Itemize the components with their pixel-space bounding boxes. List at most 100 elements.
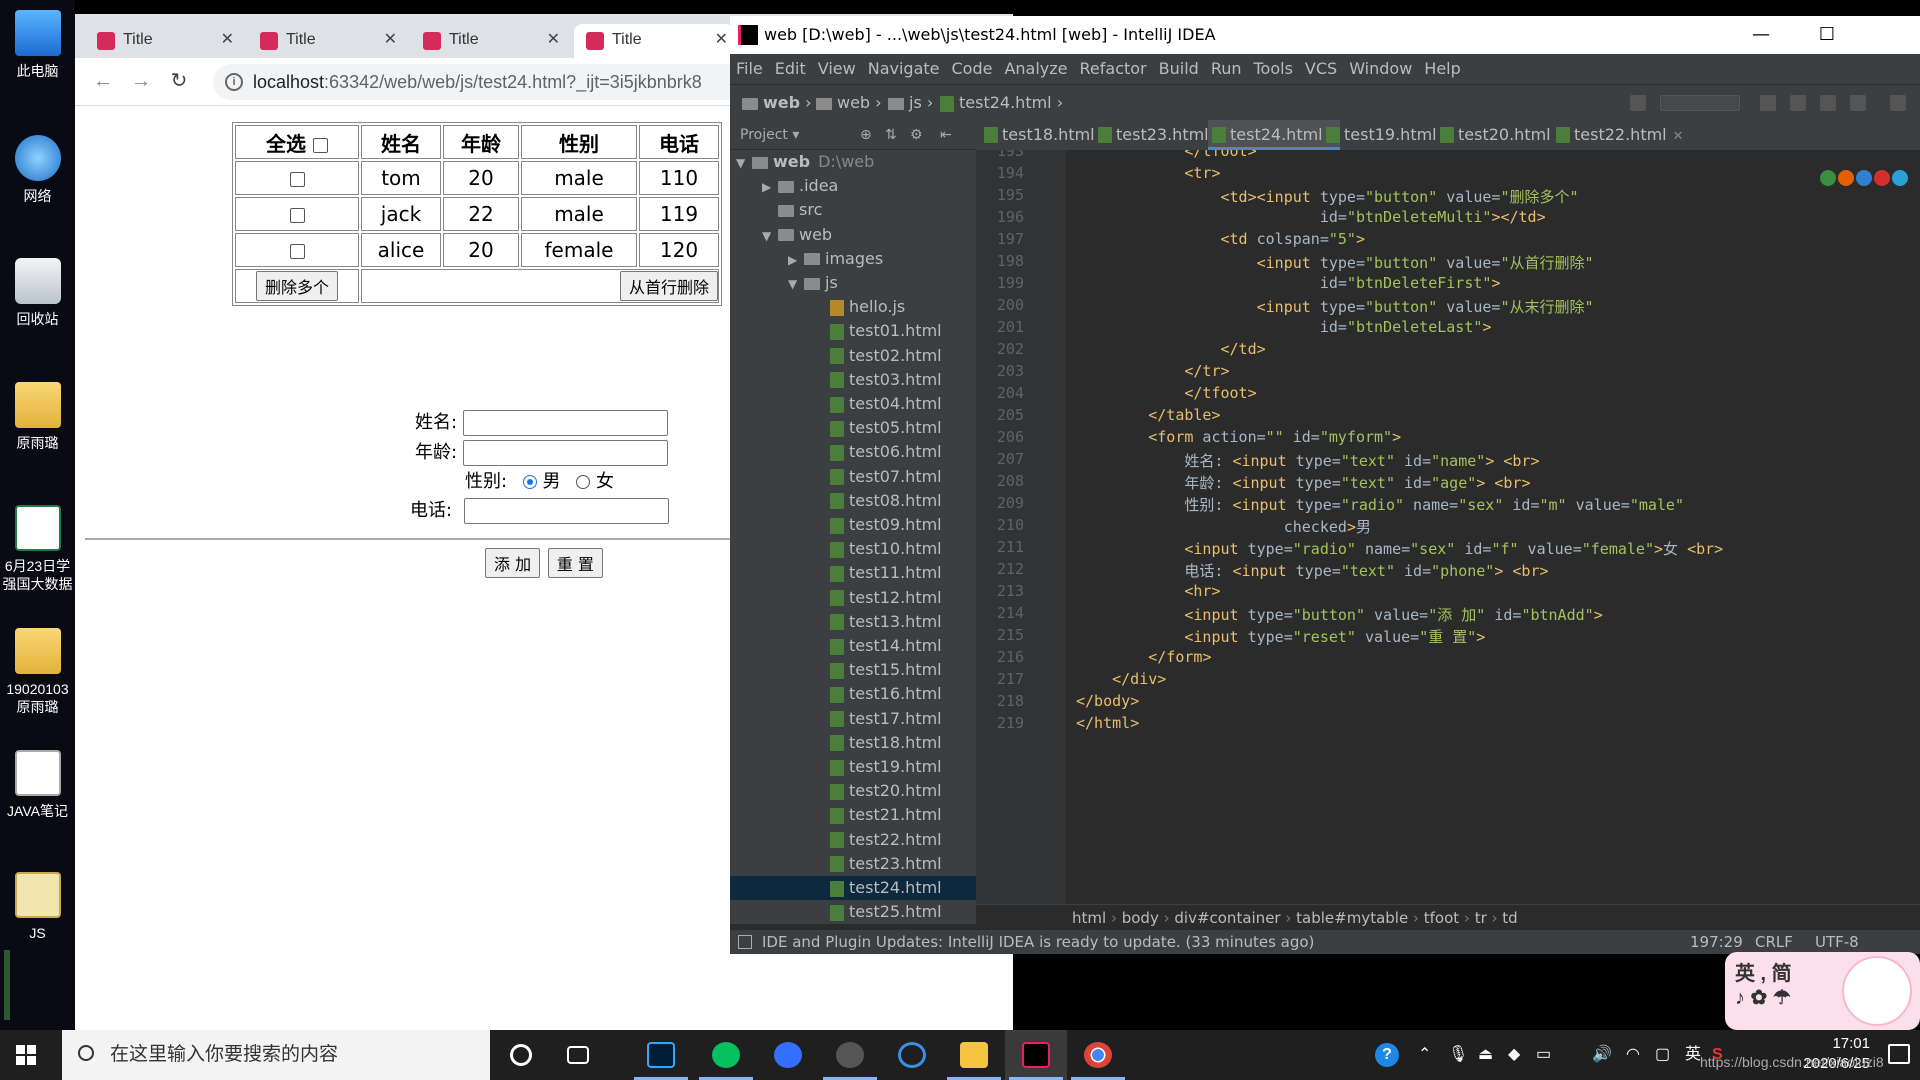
tree-item[interactable]: ▼ web D:\web: [730, 150, 976, 174]
caret-position[interactable]: 197:29: [1690, 930, 1743, 954]
close-icon[interactable]: ✕: [547, 24, 560, 56]
stop-icon[interactable]: [1850, 95, 1866, 111]
code-editor[interactable]: </tfoot> <tr> <td><input type="button" v…: [1066, 150, 1920, 904]
nav-crumb[interactable]: web ›: [816, 85, 882, 121]
tray-overflow-icon[interactable]: ⌃: [1418, 1030, 1431, 1080]
expand-down-icon[interactable]: ▼: [736, 151, 752, 175]
network-tray-icon[interactable]: ◠: [1626, 1030, 1640, 1080]
delete-first-button[interactable]: 从首行删除: [619, 271, 718, 301]
media-app-icon[interactable]: [819, 1030, 881, 1080]
battery-icon[interactable]: ▭: [1536, 1030, 1551, 1080]
menu-edit[interactable]: Edit: [769, 54, 812, 84]
project-panel-header[interactable]: Project ▾ ⊕ ⇅ ⚙ ⇤: [730, 120, 976, 150]
tree-item[interactable]: ▼ js: [730, 271, 976, 295]
expand-right-icon[interactable]: ▶: [762, 175, 778, 199]
reset-button[interactable]: 重 置: [547, 548, 603, 578]
menu-build[interactable]: Build: [1153, 54, 1205, 84]
ime-indicator[interactable]: 英: [1685, 1030, 1701, 1080]
menu-help[interactable]: Help: [1418, 54, 1466, 84]
desktop-icon-java-notes[interactable]: JAVA笔记: [0, 750, 75, 820]
tree-item[interactable]: test03.html: [730, 368, 976, 392]
menu-window[interactable]: Window: [1343, 54, 1418, 84]
coverage-icon[interactable]: [1820, 95, 1836, 111]
code-breadcrumb[interactable]: body: [1122, 909, 1159, 927]
chrome-icon[interactable]: [1067, 1030, 1129, 1080]
phone-input[interactable]: [463, 498, 669, 524]
action-center-icon[interactable]: ▢: [1655, 1030, 1670, 1080]
file-encoding[interactable]: UTF-8: [1815, 930, 1859, 954]
qq-browser-icon[interactable]: [881, 1030, 943, 1080]
menu-navigate[interactable]: Navigate: [862, 54, 946, 84]
menu-vcs[interactable]: VCS: [1299, 54, 1343, 84]
tree-item[interactable]: src: [730, 198, 976, 222]
select-all-checkbox[interactable]: [312, 137, 328, 153]
expand-down-icon[interactable]: ▼: [762, 224, 778, 248]
opera-icon[interactable]: [1874, 170, 1890, 186]
menu-tools[interactable]: Tools: [1248, 54, 1299, 84]
line-separator[interactable]: CRLF: [1755, 930, 1793, 954]
tree-item[interactable]: test19.html: [730, 755, 976, 779]
close-icon[interactable]: ✕: [715, 24, 728, 56]
debug-icon[interactable]: [1790, 95, 1806, 111]
female-radio[interactable]: [576, 475, 591, 489]
tree-item[interactable]: test16.html: [730, 682, 976, 706]
desktop-icon-this-pc[interactable]: 此电脑: [0, 10, 75, 80]
code-breadcrumb[interactable]: tr: [1475, 909, 1487, 927]
row-checkbox[interactable]: [289, 172, 305, 187]
photoshop-icon[interactable]: [630, 1030, 692, 1080]
intellij-idea-icon[interactable]: [1005, 1030, 1067, 1080]
firefox-icon[interactable]: [1838, 170, 1854, 186]
chrome-icon[interactable]: [1820, 170, 1836, 186]
windows-start-icon[interactable]: [16, 1045, 36, 1065]
settings-icon[interactable]: ⚙: [910, 120, 923, 150]
close-icon[interactable]: ✕: [1673, 129, 1684, 144]
expand-down-icon[interactable]: ▼: [788, 272, 804, 296]
browser-tab[interactable]: Title ✕: [248, 24, 403, 58]
code-breadcrumb[interactable]: tfoot: [1424, 909, 1459, 927]
menu-refactor[interactable]: Refactor: [1074, 54, 1153, 84]
tree-item[interactable]: test17.html: [730, 707, 976, 731]
edge-icon[interactable]: [1892, 170, 1908, 186]
tree-item[interactable]: ▶ .idea: [730, 174, 976, 198]
run-config-select[interactable]: [1660, 95, 1740, 111]
editor-tab[interactable]: test23.html✕: [1094, 120, 1226, 150]
file-explorer-icon[interactable]: [943, 1030, 1005, 1080]
locate-icon[interactable]: ⊕: [860, 120, 872, 150]
editor-tab[interactable]: test20.html✕: [1436, 120, 1568, 150]
browser-tab[interactable]: Title ✕: [85, 24, 240, 58]
info-icon[interactable]: i: [225, 73, 243, 91]
editor-tab[interactable]: test22.html ✕: [1552, 120, 1684, 150]
hide-icon[interactable]: ⇤: [940, 120, 952, 150]
menu-code[interactable]: Code: [946, 54, 999, 84]
cortana-icon[interactable]: [490, 1030, 552, 1080]
forward-arrow-icon[interactable]: →: [129, 70, 153, 94]
tree-item[interactable]: test12.html: [730, 586, 976, 610]
editor-tab[interactable]: test24.html✕: [1208, 120, 1340, 150]
tree-item[interactable]: ▼ web: [730, 223, 976, 247]
menu-analyze[interactable]: Analyze: [998, 54, 1073, 84]
tree-item[interactable]: ▶ images: [730, 247, 976, 271]
tree-item[interactable]: test02.html: [730, 344, 976, 368]
tree-item[interactable]: test09.html: [730, 513, 976, 537]
close-icon[interactable]: ✕: [384, 24, 397, 56]
tree-item[interactable]: test10.html: [730, 537, 976, 561]
tree-item[interactable]: test04.html: [730, 392, 976, 416]
reload-icon[interactable]: ↻: [167, 70, 191, 94]
name-input[interactable]: [462, 410, 668, 436]
volume-icon[interactable]: 🔊: [1592, 1030, 1612, 1080]
desktop-icon-js[interactable]: JS: [0, 872, 75, 942]
code-breadcrumb[interactable]: table#mytable: [1296, 909, 1408, 927]
tree-item[interactable]: test25.html: [730, 900, 976, 924]
build-icon[interactable]: [1630, 95, 1646, 111]
tree-item[interactable]: test05.html: [730, 416, 976, 440]
desktop-icon-network[interactable]: 网络: [0, 135, 75, 205]
notification-icon[interactable]: [1888, 1044, 1910, 1064]
wechat-icon[interactable]: [695, 1030, 757, 1080]
task-view-icon[interactable]: [550, 1030, 612, 1080]
desktop-icon-recycle-bin[interactable]: 回收站: [0, 258, 75, 328]
row-checkbox[interactable]: [289, 244, 305, 259]
feishu-icon[interactable]: [757, 1030, 819, 1080]
tree-item[interactable]: test14.html: [730, 634, 976, 658]
row-checkbox[interactable]: [289, 208, 305, 223]
nav-crumb[interactable]: web ›: [742, 85, 812, 121]
